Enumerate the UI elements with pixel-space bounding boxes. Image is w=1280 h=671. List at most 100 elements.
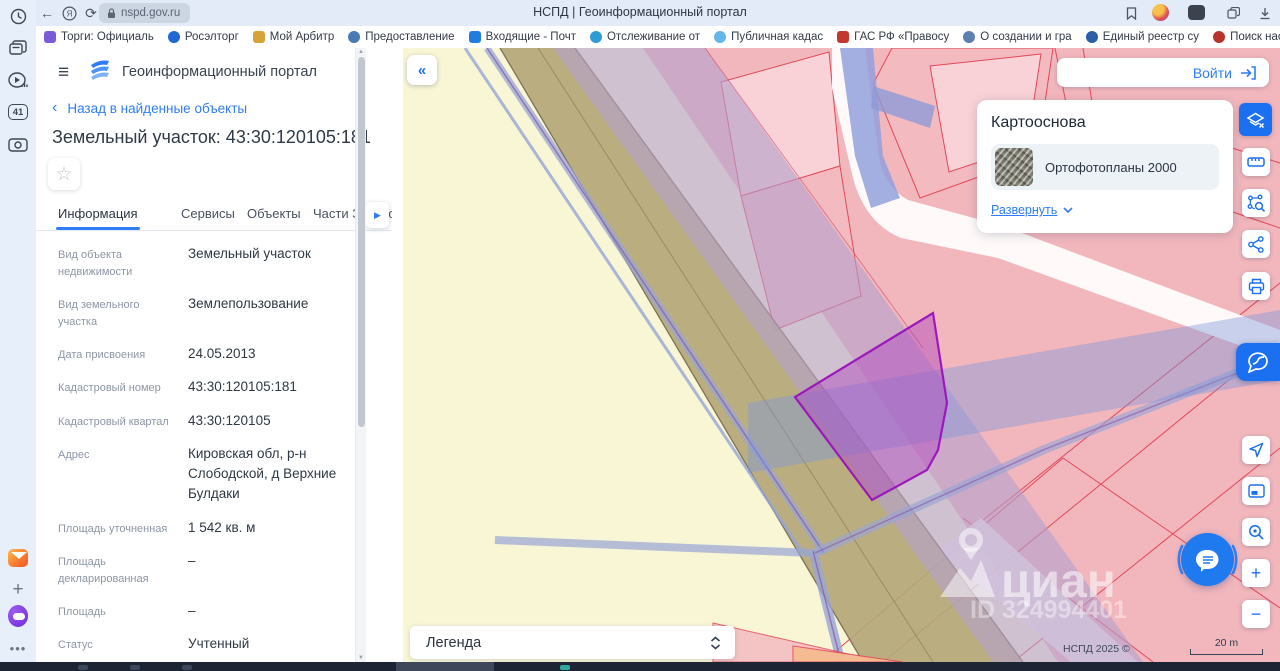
bookmark-item[interactable]: Росэлторг bbox=[167, 31, 239, 43]
area-search-icon bbox=[1247, 194, 1265, 212]
chat-support-button[interactable] bbox=[1177, 533, 1238, 586]
location-arrow-icon bbox=[1249, 442, 1264, 458]
field-row: Площадь – bbox=[58, 603, 196, 619]
zoom-out-button[interactable]: − bbox=[1242, 600, 1270, 628]
rail-more-icon[interactable]: ••• bbox=[8, 638, 28, 658]
object-info-panel: ≡ Геоинформационный портал ‹ Назад в най… bbox=[36, 48, 392, 662]
login-icon bbox=[1241, 65, 1256, 80]
scrollbar-thumb[interactable] bbox=[358, 57, 365, 427]
tab-information[interactable]: Информация bbox=[56, 206, 140, 230]
windows-icon[interactable] bbox=[8, 38, 28, 58]
tab-objects[interactable]: Объекты bbox=[247, 206, 301, 221]
print-button[interactable] bbox=[1242, 272, 1270, 300]
minus-icon: − bbox=[1250, 603, 1262, 624]
bookmark-favicon bbox=[348, 31, 361, 43]
extension-icon[interactable] bbox=[1188, 5, 1205, 20]
share-button[interactable] bbox=[1242, 230, 1270, 258]
layers-off-icon bbox=[1246, 112, 1265, 129]
scroll-down-icon[interactable]: ▼ bbox=[358, 655, 364, 661]
taskbar-icon[interactable] bbox=[182, 665, 192, 670]
favorite-star-button[interactable]: ☆ bbox=[48, 158, 80, 190]
bookmark-favicon bbox=[963, 31, 976, 43]
screen: ← Я ⟳ nspd.gov.ru НСПД | Геоинформационн… bbox=[0, 0, 1280, 671]
bookmark-item[interactable]: Торги: Официаль bbox=[44, 31, 154, 43]
zoom-in-button[interactable]: + bbox=[1242, 559, 1270, 587]
tabs-count-badge[interactable]: 41 bbox=[8, 102, 28, 122]
scale-bar: 20 m bbox=[1190, 637, 1263, 655]
search-by-coordinates-button[interactable] bbox=[1242, 518, 1270, 546]
back-link[interactable]: ‹ Назад в найденные объекты bbox=[52, 100, 247, 116]
taskbar-icon[interactable] bbox=[560, 665, 570, 670]
tabs-scroll-right-button[interactable]: ▶ bbox=[366, 202, 389, 228]
legend-bar[interactable]: Легенда bbox=[410, 626, 735, 659]
screenshot-camera-icon[interactable] bbox=[8, 134, 28, 154]
taskbar-active-app[interactable] bbox=[396, 662, 494, 671]
panorama-button[interactable] bbox=[1236, 343, 1280, 381]
basemap-layer-label: Ортофотопланы 2000 bbox=[1045, 159, 1177, 175]
bookmarks-bar: Торги: Официаль Росэлторг Мой Арбитр Пре… bbox=[36, 26, 1280, 48]
field-row: Адрес Кировская обл, р-н Слободской, д Ве… bbox=[58, 445, 337, 502]
field-row: Кадастровый квартал 43:30:120105 bbox=[58, 412, 271, 428]
mail-icon[interactable] bbox=[8, 548, 28, 568]
browser-topbar: ← Я ⟳ nspd.gov.ru НСПД | Геоинформационн… bbox=[0, 0, 1280, 26]
bookmark-favicon bbox=[44, 31, 56, 43]
panorama-icon bbox=[1247, 352, 1268, 373]
taskbar-icon[interactable] bbox=[78, 665, 88, 670]
bookmark-favicon bbox=[167, 31, 180, 43]
bookmark-item[interactable]: Публичная кадас bbox=[714, 31, 823, 43]
legend-label: Легенда bbox=[426, 634, 482, 651]
chat-arcs-icon bbox=[1177, 544, 1238, 575]
map-viewport[interactable]: циан ID 324994401 « Войти Картооснова Ор… bbox=[403, 48, 1280, 662]
basemap-layer-item[interactable]: Ортофотопланы 2000 bbox=[991, 144, 1219, 190]
my-location-button[interactable] bbox=[1242, 436, 1270, 464]
video-player-icon[interactable] bbox=[8, 70, 28, 90]
field-row: Площадь декларированная – bbox=[58, 552, 196, 585]
field-row: Площадь уточненная 1 542 кв. м bbox=[58, 519, 256, 535]
browser-side-rail: 41 + ••• bbox=[0, 0, 36, 662]
bookmark-item[interactable]: О создании и гра bbox=[963, 31, 1072, 43]
overview-map-button[interactable] bbox=[1242, 477, 1270, 505]
bookmark-item[interactable]: Мой Арбитр bbox=[252, 31, 334, 43]
bookmark-item[interactable]: Поиск наследстве bbox=[1213, 31, 1280, 43]
login-button[interactable]: Войти bbox=[1057, 58, 1269, 87]
panel-scrollbar[interactable]: ▲ ▼ bbox=[355, 48, 366, 662]
panel-tabs: Информация Сервисы Объекты Части ЗУ Сост… bbox=[36, 200, 392, 231]
bookmark-favicon bbox=[714, 31, 727, 43]
printer-icon bbox=[1248, 278, 1264, 294]
clear-layers-button[interactable] bbox=[1239, 103, 1272, 136]
bookmark-item[interactable]: Входящие - Почт bbox=[468, 31, 576, 43]
taskbar bbox=[0, 662, 1280, 671]
watermark-id: ID 324994401 bbox=[970, 596, 1127, 624]
tabs-panel-icon[interactable] bbox=[1224, 4, 1242, 22]
scale-label: 20 m bbox=[1214, 637, 1239, 649]
measure-area-button[interactable] bbox=[1242, 189, 1270, 217]
collapse-panel-button[interactable]: « bbox=[407, 55, 437, 85]
bookmark-flag-icon[interactable] bbox=[1122, 4, 1140, 22]
expand-collapse-icon bbox=[710, 635, 721, 650]
taskbar-icon[interactable] bbox=[130, 665, 140, 670]
tab-services[interactable]: Сервисы bbox=[181, 206, 235, 221]
add-panel-icon[interactable]: + bbox=[8, 579, 28, 600]
bookmark-item[interactable]: ГАС РФ «Правосу bbox=[837, 31, 949, 43]
field-row: Вид земельного участка Землепользование bbox=[58, 296, 309, 329]
bookmark-item[interactable]: Предоставление bbox=[348, 31, 455, 43]
tab-title: НСПД | Геоинформационный портал bbox=[533, 5, 747, 19]
bookmark-favicon bbox=[252, 31, 265, 43]
bookmark-item[interactable]: Отслеживание от bbox=[589, 31, 700, 43]
bookmark-favicon bbox=[468, 31, 481, 43]
menu-icon[interactable]: ≡ bbox=[58, 63, 78, 82]
measure-distance-button[interactable] bbox=[1242, 148, 1270, 176]
ruler-icon bbox=[1247, 157, 1265, 167]
bookmark-item[interactable]: Единый реестр су bbox=[1085, 31, 1199, 43]
profile-avatar[interactable] bbox=[1152, 4, 1169, 21]
download-icon[interactable] bbox=[1256, 4, 1274, 22]
coordinate-search-icon bbox=[1249, 525, 1264, 540]
bookmark-favicon bbox=[589, 31, 602, 43]
field-row: Кадастровый номер 43:30:120105:181 bbox=[58, 379, 297, 395]
basemap-expand-link[interactable]: Развернуть bbox=[991, 203, 1219, 217]
alice-assistant-icon[interactable] bbox=[8, 605, 28, 627]
history-icon[interactable] bbox=[8, 6, 28, 26]
chevron-down-icon bbox=[1063, 207, 1073, 213]
scroll-up-icon[interactable]: ▲ bbox=[358, 49, 364, 55]
attributes-list: Вид объекта недвижимости Земельный участо… bbox=[58, 244, 370, 662]
